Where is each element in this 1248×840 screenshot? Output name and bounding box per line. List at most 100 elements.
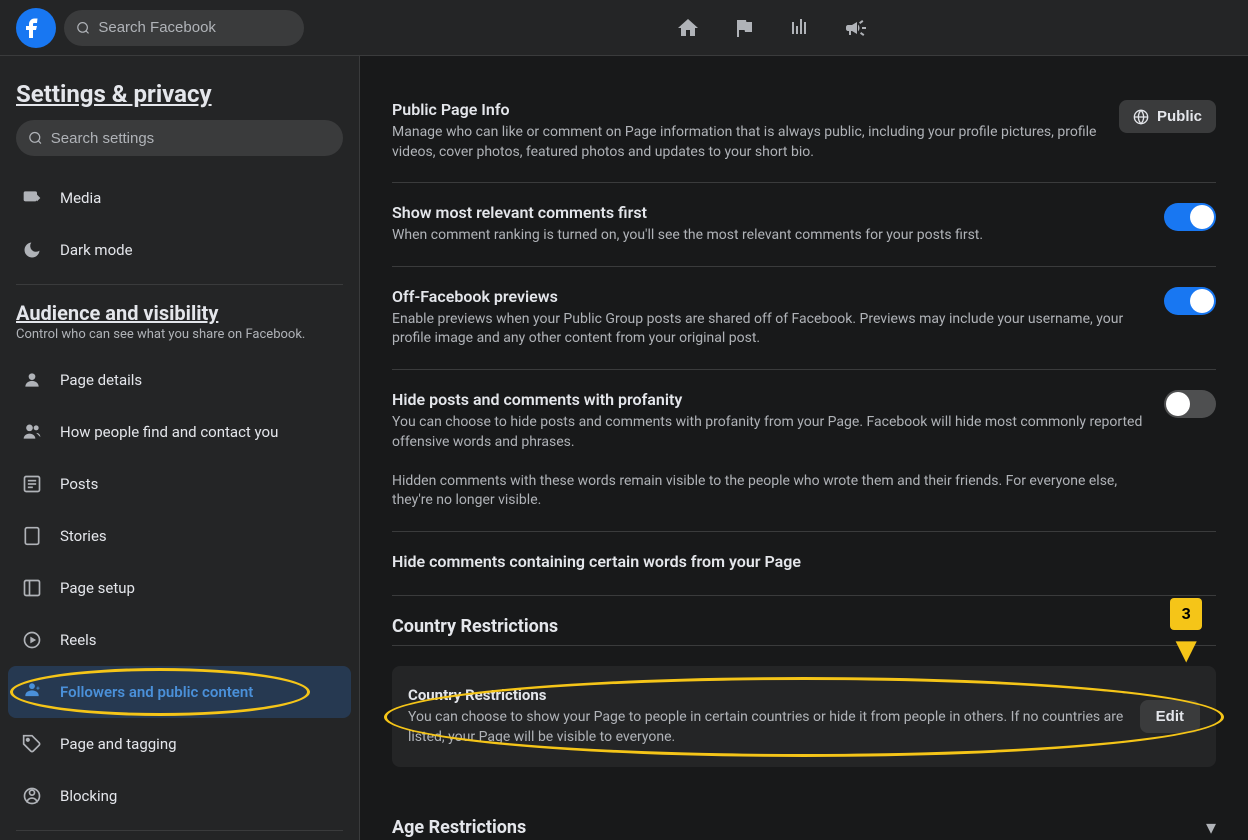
- setting-info-comments: Show most relevant comments first When c…: [392, 203, 1148, 246]
- page-icon: [16, 572, 48, 604]
- search-settings-input[interactable]: [51, 130, 331, 147]
- sidebar-divider-1: [16, 284, 343, 285]
- sidebar-label-stories: Stories: [60, 527, 107, 545]
- setting-row-off-facebook: Off-Facebook previews Enable previews wh…: [392, 267, 1216, 370]
- restriction-oval-wrapper: Country Restrictions You can choose to s…: [392, 666, 1216, 767]
- setting-title-comments: Show most relevant comments first: [392, 203, 1148, 222]
- main-content: Public Page Info Manage who can like or …: [360, 56, 1248, 840]
- setting-title-off-facebook: Off-Facebook previews: [392, 287, 1148, 306]
- edit-country-button[interactable]: Edit: [1140, 700, 1200, 733]
- sidebar-item-page-setup[interactable]: Page setup: [8, 562, 351, 614]
- followers-icon: +: [16, 676, 48, 708]
- setting-desc-public-page: Manage who can like or comment on Page i…: [392, 123, 1103, 162]
- country-restriction-container: Country Restrictions You can choose to s…: [392, 646, 1216, 795]
- settings-title: Settings & privacy: [8, 72, 351, 120]
- setting-info-hide-words: Hide comments containing certain words f…: [392, 552, 1216, 575]
- off-facebook-toggle-knob: [1190, 289, 1214, 313]
- profanity-toggle-knob: [1166, 392, 1190, 416]
- facebook-search-input[interactable]: [98, 19, 292, 36]
- search-icon: [76, 20, 90, 36]
- flag-nav-button[interactable]: [720, 10, 768, 46]
- sidebar-label-posts: Posts: [60, 475, 98, 493]
- setting-row-comments: Show most relevant comments first When c…: [392, 183, 1216, 267]
- moon-icon: [16, 234, 48, 266]
- sidebar-label-followers: Followers and public content: [60, 683, 253, 701]
- person-icon: [16, 364, 48, 396]
- setting-desc-profanity: You can choose to hide posts and comment…: [392, 413, 1148, 511]
- sidebar-divider-2: [16, 830, 343, 831]
- setting-control-public-page: Public: [1119, 100, 1216, 133]
- setting-control-comments: [1164, 203, 1216, 231]
- setting-info-public-page: Public Page Info Manage who can like or …: [392, 100, 1103, 162]
- sidebar-label-page-setup: Page setup: [60, 579, 135, 597]
- media-icon: [16, 182, 48, 214]
- home-nav-button[interactable]: [664, 10, 712, 46]
- page-layout: Settings & privacy 1 Media Dark mode: [0, 56, 1248, 840]
- age-restrictions-title: Age Restrictions: [392, 817, 526, 838]
- setting-info-off-facebook: Off-Facebook previews Enable previews wh…: [392, 287, 1148, 349]
- setting-title-public-page: Public Page Info: [392, 100, 1103, 119]
- restriction-title-country: Country Restrictions: [408, 686, 1140, 704]
- left-sidebar: Settings & privacy 1 Media Dark mode: [0, 56, 360, 840]
- profanity-toggle[interactable]: [1164, 390, 1216, 418]
- sidebar-item-page-details[interactable]: Page details: [8, 354, 351, 406]
- setting-control-off-facebook: [1164, 287, 1216, 315]
- sidebar-label-dark-mode: Dark mode: [60, 241, 133, 259]
- off-facebook-toggle[interactable]: [1164, 287, 1216, 315]
- setting-control-profanity: [1164, 390, 1216, 418]
- setting-row-hide-words[interactable]: Hide comments containing certain words f…: [392, 532, 1216, 596]
- top-navigation: [0, 0, 1248, 56]
- sidebar-label-how-find: How people find and contact you: [60, 423, 278, 441]
- public-button-label: Public: [1157, 108, 1202, 125]
- chart-nav-button[interactable]: [776, 10, 824, 46]
- sidebar-label-reels: Reels: [60, 631, 97, 649]
- restriction-desc-country: You can choose to show your Page to peop…: [408, 708, 1140, 747]
- facebook-search-bar[interactable]: [64, 10, 304, 46]
- megaphone-nav-button[interactable]: [832, 10, 880, 46]
- chevron-down-icon: ▾: [1206, 815, 1216, 839]
- comments-toggle-knob: [1190, 205, 1214, 229]
- nav-icons-group: [312, 10, 1232, 46]
- public-page-button[interactable]: Public: [1119, 100, 1216, 133]
- annotation-3: 3: [1170, 598, 1202, 630]
- sidebar-item-blocking[interactable]: Blocking: [8, 770, 351, 822]
- svg-text:+: +: [36, 684, 40, 692]
- age-restrictions-row[interactable]: Age Restrictions ▾: [392, 795, 1216, 840]
- comments-toggle[interactable]: [1164, 203, 1216, 231]
- search-settings-bar[interactable]: [16, 120, 343, 156]
- tag-icon: [16, 728, 48, 760]
- restriction-row-country: Country Restrictions You can choose to s…: [392, 666, 1216, 767]
- sidebar-label-page-details: Page details: [60, 371, 142, 389]
- globe-icon: [1133, 109, 1149, 125]
- sidebar-label-blocking: Blocking: [60, 787, 117, 805]
- restriction-info-country: Country Restrictions You can choose to s…: [408, 686, 1140, 747]
- sidebar-item-reels[interactable]: Reels: [8, 614, 351, 666]
- sidebar-item-how-find[interactable]: How people find and contact you: [8, 406, 351, 458]
- setting-info-profanity: Hide posts and comments with profanity Y…: [392, 390, 1148, 511]
- setting-desc-comments: When comment ranking is turned on, you'l…: [392, 226, 1148, 246]
- person-group-icon: [16, 416, 48, 448]
- setting-row-public-page-info: Public Page Info Manage who can like or …: [392, 80, 1216, 183]
- setting-row-profanity: Hide posts and comments with profanity Y…: [392, 370, 1216, 532]
- sidebar-label-media: Media: [60, 189, 101, 207]
- sidebar-item-dark-mode[interactable]: Dark mode: [8, 224, 351, 276]
- search-settings-icon: [28, 130, 43, 146]
- sidebar-item-followers[interactable]: + Followers and public content: [8, 666, 351, 718]
- sidebar-item-posts[interactable]: Posts: [8, 458, 351, 510]
- audience-subtext: Control who can see what you share on Fa…: [8, 327, 351, 354]
- sidebar-label-page-tagging: Page and tagging: [60, 735, 177, 753]
- country-section-header: Country Restrictions: [392, 596, 1216, 646]
- setting-title-hide-words: Hide comments containing certain words f…: [392, 552, 1216, 571]
- block-icon: [16, 780, 48, 812]
- yellow-arrow-icon: ▼: [1168, 632, 1204, 668]
- sidebar-item-page-tagging[interactable]: Page and tagging: [8, 718, 351, 770]
- sidebar-item-stories[interactable]: Stories: [8, 510, 351, 562]
- reels-icon: [16, 624, 48, 656]
- sidebar-item-media[interactable]: Media: [8, 172, 351, 224]
- audience-heading[interactable]: Audience and visibility: [8, 293, 351, 327]
- followers-wrapper: + Followers and public content 2: [8, 666, 351, 718]
- stories-icon: [16, 520, 48, 552]
- setting-title-profanity: Hide posts and comments with profanity: [392, 390, 1148, 409]
- posts-icon: [16, 468, 48, 500]
- facebook-logo[interactable]: [16, 8, 56, 48]
